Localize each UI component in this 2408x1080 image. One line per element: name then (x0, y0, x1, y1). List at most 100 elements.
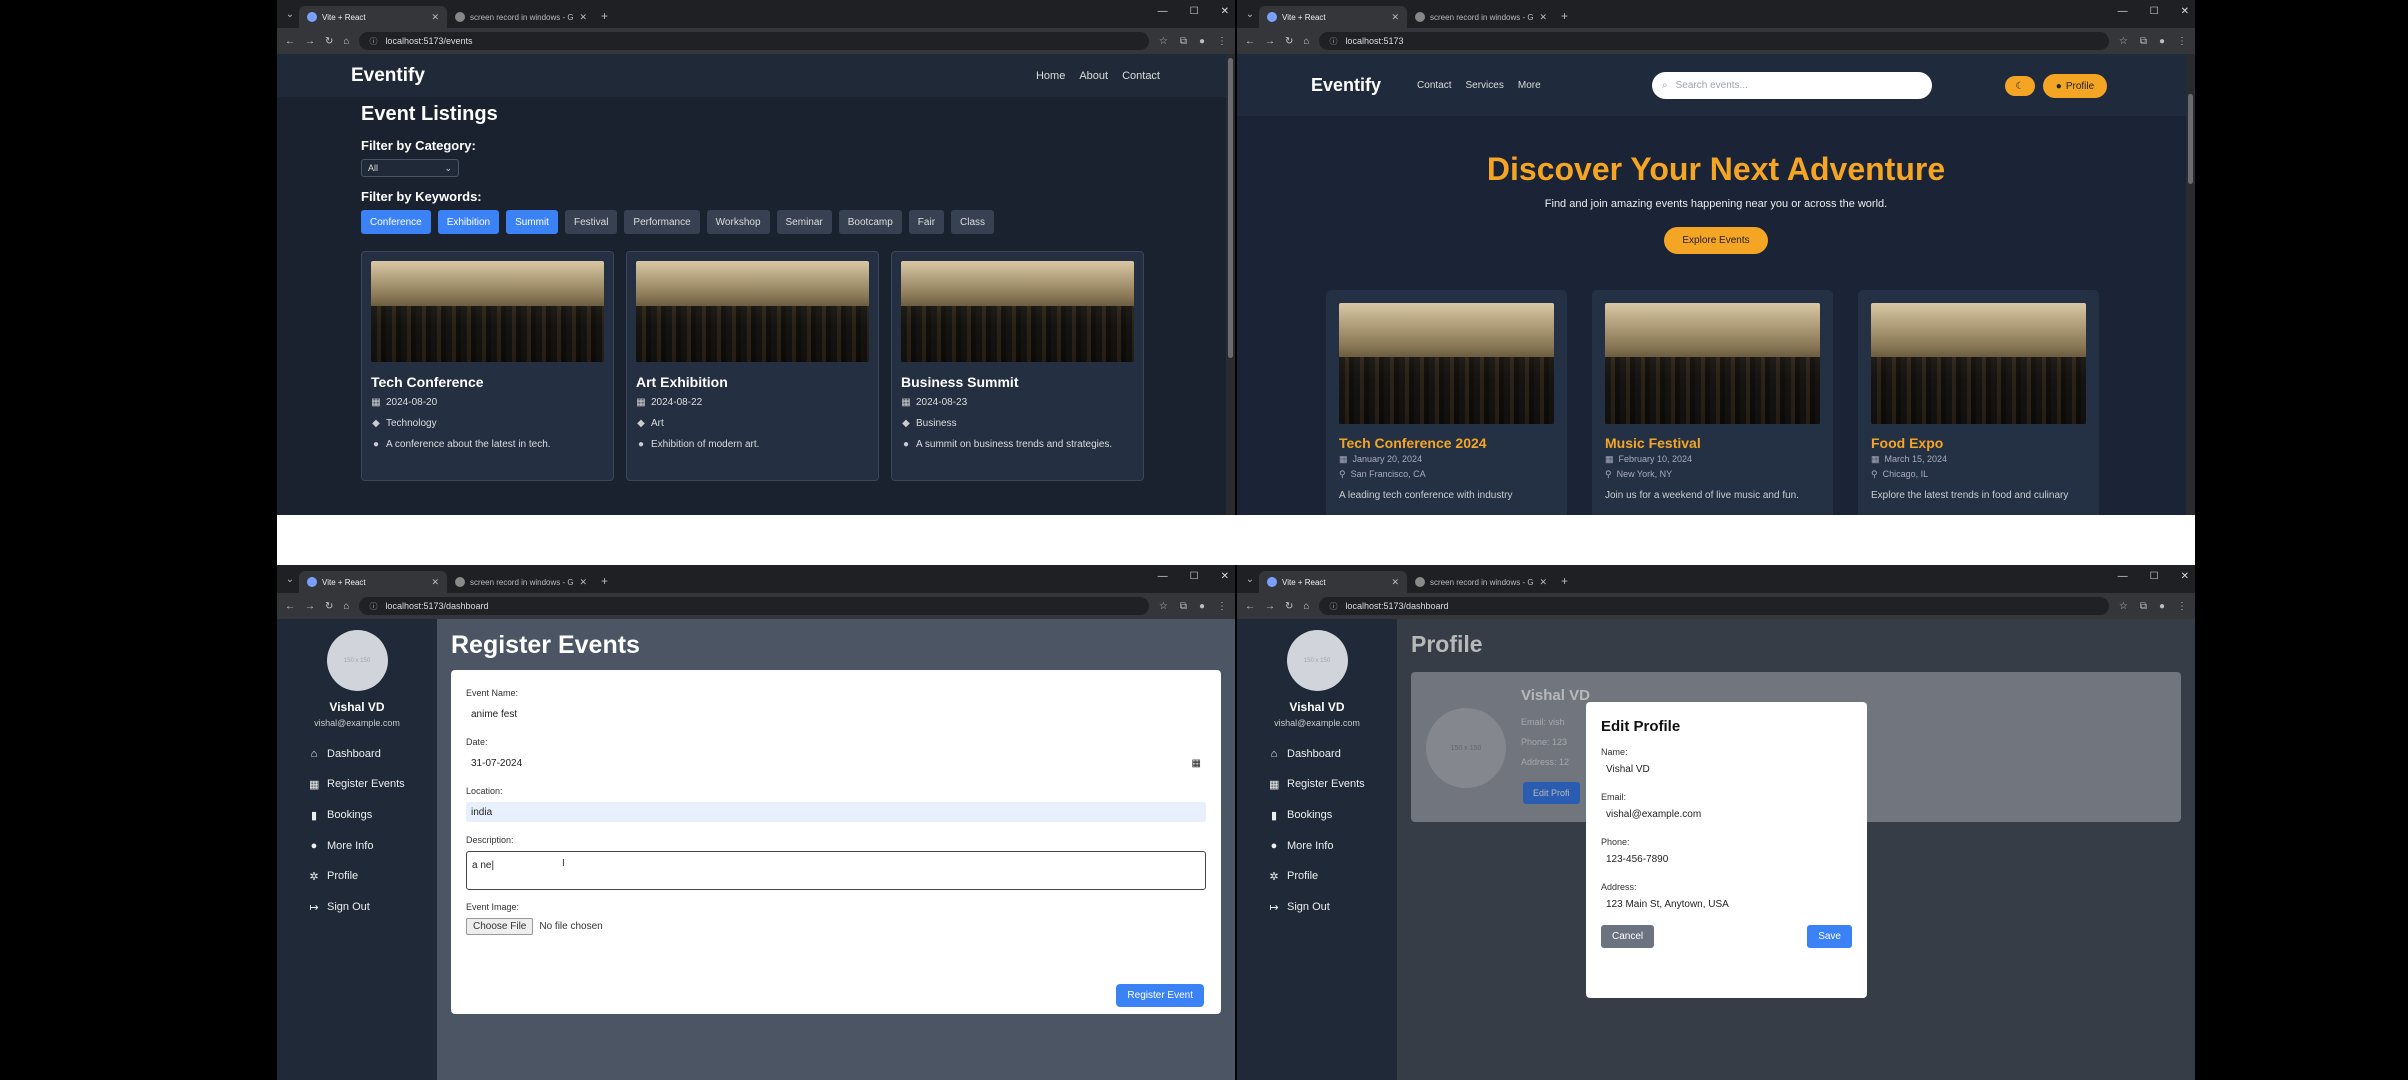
search-input[interactable]: ⌕ Search events... (1652, 72, 1932, 99)
image-file-input[interactable]: Choose File No file chosen (466, 918, 1206, 935)
register-event-button[interactable]: Register Event (1116, 984, 1204, 1007)
new-tab-icon[interactable]: + (1561, 574, 1568, 588)
tab-vite[interactable]: Vite + React ✕ (299, 571, 447, 593)
tab-vite[interactable]: Vite + React ✕ (1259, 6, 1407, 28)
site-info-icon[interactable]: ⓘ (369, 601, 377, 612)
sidebar-item-more-info[interactable]: ● More Info (309, 840, 437, 852)
site-brand[interactable]: Eventify (351, 65, 425, 87)
keyword-chip-fair[interactable]: Fair (908, 210, 945, 234)
profile-icon[interactable]: ● (1199, 36, 1205, 47)
keyword-chip-class[interactable]: Class (951, 210, 995, 234)
reload-icon[interactable]: ↻ (325, 601, 333, 612)
new-tab-icon[interactable]: + (601, 574, 608, 588)
nav-contact[interactable]: Contact (1417, 80, 1451, 91)
scrollbar-thumb[interactable] (1228, 58, 1233, 358)
url-field[interactable]: ⓘ localhost:5173/dashboard (359, 597, 1149, 615)
maximize-icon[interactable]: ☐ (2150, 571, 2159, 582)
keyword-chip-seminar[interactable]: Seminar (776, 210, 832, 234)
keyword-chip-conference[interactable]: Conference (361, 210, 431, 234)
extensions-icon[interactable]: ⧉ (2140, 36, 2147, 47)
tab-vite[interactable]: Vite + React ✕ (299, 6, 447, 28)
tab-google[interactable]: screen record in windows - Goo ✕ (1407, 571, 1555, 593)
reload-icon[interactable]: ↻ (325, 36, 333, 47)
event-card[interactable]: Business Summit ▦ 2024-08-23 ◆ Business ● A… (891, 251, 1144, 481)
url-field[interactable]: ⓘ localhost:5173/dashboard (1319, 597, 2109, 615)
event-name-input[interactable]: anime fest (466, 704, 1206, 724)
event-card[interactable]: Art Exhibition ▦ 2024-08-22 ◆ Art ● Exhibit… (626, 251, 879, 481)
sidebar-item-more-info[interactable]: ● More Info (1269, 840, 1397, 852)
back-icon[interactable]: ← (1245, 36, 1255, 47)
sidebar-item-profile[interactable]: ✲ Profile (309, 870, 437, 883)
site-info-icon[interactable]: ⓘ (369, 36, 377, 47)
reload-icon[interactable]: ↻ (1285, 601, 1293, 612)
location-input[interactable]: india (466, 802, 1206, 822)
minimize-icon[interactable]: — (2118, 6, 2128, 17)
bookmark-icon[interactable]: ☆ (1159, 36, 1168, 47)
theme-toggle-button[interactable]: ☾ (2005, 76, 2035, 96)
bookmark-icon[interactable]: ☆ (2119, 36, 2128, 47)
close-window-icon[interactable]: ✕ (1221, 571, 1229, 582)
nav-about[interactable]: About (1079, 70, 1108, 82)
nav-contact[interactable]: Contact (1122, 70, 1160, 82)
close-tab-icon[interactable]: ✕ (1391, 12, 1399, 23)
new-tab-icon[interactable]: + (601, 9, 608, 23)
sidebar-item-register-events[interactable]: ▦ Register Events (1269, 778, 1397, 791)
tab-google[interactable]: screen record in windows - Goo ✕ (447, 571, 595, 593)
tab-search-icon[interactable]: ⌄ (1241, 5, 1259, 23)
sidebar-item-bookings[interactable]: ▮ Bookings (1269, 809, 1397, 822)
profile-icon[interactable]: ● (2159, 601, 2165, 612)
menu-icon[interactable]: ⋮ (2177, 36, 2187, 47)
sidebar-item-sign-out[interactable]: ↦ Sign Out (1269, 901, 1397, 914)
home-icon[interactable]: ⌂ (1303, 601, 1309, 612)
back-icon[interactable]: ← (285, 601, 295, 612)
extensions-icon[interactable]: ⧉ (2140, 601, 2147, 612)
extensions-icon[interactable]: ⧉ (1180, 36, 1187, 47)
keyword-chip-performance[interactable]: Performance (624, 210, 700, 234)
keyword-chip-festival[interactable]: Festival (564, 210, 618, 234)
scrollbar[interactable] (2186, 54, 2195, 515)
new-tab-icon[interactable]: + (1561, 9, 1568, 23)
category-select[interactable]: All ⌄ (361, 159, 459, 177)
keyword-chip-summit[interactable]: Summit (506, 210, 558, 234)
sidebar-item-bookings[interactable]: ▮ Bookings (309, 809, 437, 822)
close-tab-icon[interactable]: ✕ (1539, 12, 1547, 23)
tab-google[interactable]: screen record in windows - Goo ✕ (1407, 6, 1555, 28)
home-icon[interactable]: ⌂ (343, 36, 349, 47)
email-input[interactable]: vishal@example.com (1601, 809, 1852, 820)
back-icon[interactable]: ← (1245, 601, 1255, 612)
save-button[interactable]: Save (1807, 925, 1852, 948)
close-tab-icon[interactable]: ✕ (1391, 577, 1399, 588)
close-tab-icon[interactable]: ✕ (579, 12, 587, 23)
profile-icon[interactable]: ● (2159, 36, 2165, 47)
keyword-chip-workshop[interactable]: Workshop (706, 210, 770, 234)
nav-services[interactable]: Services (1466, 80, 1504, 91)
forward-icon[interactable]: → (1265, 601, 1275, 612)
menu-icon[interactable]: ⋮ (2177, 601, 2187, 612)
back-icon[interactable]: ← (285, 36, 295, 47)
maximize-icon[interactable]: ☐ (2150, 6, 2159, 17)
cancel-button[interactable]: Cancel (1601, 925, 1655, 948)
tab-search-icon[interactable]: ⌄ (281, 570, 299, 588)
maximize-icon[interactable]: ☐ (1190, 571, 1199, 582)
minimize-icon[interactable]: — (1158, 571, 1168, 582)
close-window-icon[interactable]: ✕ (2181, 6, 2189, 17)
nav-more[interactable]: More (1518, 80, 1541, 91)
minimize-icon[interactable]: — (1158, 6, 1168, 17)
event-card[interactable]: Music Festival ▦ February 10, 2024 ⚲ New Y… (1592, 290, 1833, 515)
address-input[interactable]: 123 Main St, Anytown, USA (1601, 899, 1852, 910)
extensions-icon[interactable]: ⧉ (1180, 601, 1187, 612)
site-info-icon[interactable]: ⓘ (1329, 36, 1337, 47)
sidebar-item-profile[interactable]: ✲ Profile (1269, 870, 1397, 883)
sidebar-item-dashboard[interactable]: ⌂ Dashboard (309, 748, 437, 760)
tab-google[interactable]: screen record in windows - Goo ✕ (447, 6, 595, 28)
profile-icon[interactable]: ● (1199, 601, 1205, 612)
minimize-icon[interactable]: — (2118, 571, 2128, 582)
url-field[interactable]: ⓘ localhost:5173 (1319, 32, 2109, 50)
sidebar-item-dashboard[interactable]: ⌂ Dashboard (1269, 748, 1397, 760)
maximize-icon[interactable]: ☐ (1190, 6, 1199, 17)
scrollbar-thumb[interactable] (2188, 94, 2193, 184)
description-textarea[interactable]: a ne| I (466, 851, 1206, 890)
sidebar-item-register-events[interactable]: ▦ Register Events (309, 778, 437, 791)
name-input[interactable]: Vishal VD (1601, 764, 1852, 775)
url-field[interactable]: ⓘ localhost:5173/events (359, 32, 1149, 50)
